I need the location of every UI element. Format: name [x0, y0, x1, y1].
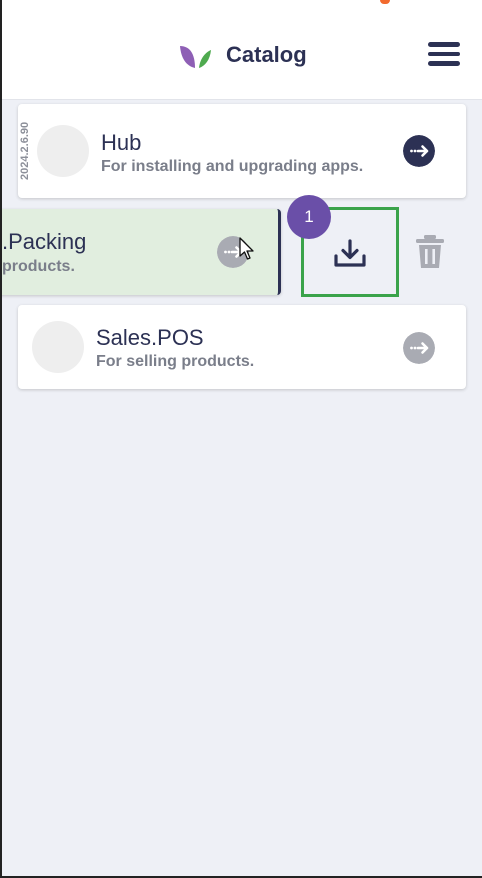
- app-card-hub[interactable]: Hub For installing and upgrading apps.: [18, 104, 466, 198]
- app-description: For selling products.: [96, 353, 255, 370]
- top-header: Catalog: [2, 0, 482, 100]
- app-name: .Packing: [2, 229, 87, 254]
- version-label: 2024.2.6.90: [19, 121, 31, 181]
- page-title: Catalog: [226, 42, 307, 67]
- status-accent: [380, 0, 390, 4]
- app-name: Hub: [101, 130, 142, 155]
- mouse-cursor-icon: [239, 237, 254, 260]
- leaf-logo-icon: [180, 46, 211, 68]
- hamburger-menu-icon[interactable]: [428, 42, 462, 70]
- open-arrow-icon[interactable]: [403, 332, 435, 364]
- app-frame: Catalog Hub For installing and upgrading…: [0, 0, 482, 878]
- app-avatar: [37, 125, 89, 177]
- step-badge: 1: [287, 195, 331, 239]
- app-card-sales-pos[interactable]: Sales.POS For selling products.: [18, 305, 466, 389]
- app-description: products.: [2, 258, 75, 275]
- app-description: For installing and upgrading apps.: [101, 158, 364, 175]
- open-arrow-icon[interactable]: [403, 135, 435, 167]
- trash-icon[interactable]: [410, 232, 450, 272]
- app-name: Sales.POS: [96, 325, 204, 350]
- download-icon: [334, 239, 366, 267]
- app-avatar: [32, 321, 84, 373]
